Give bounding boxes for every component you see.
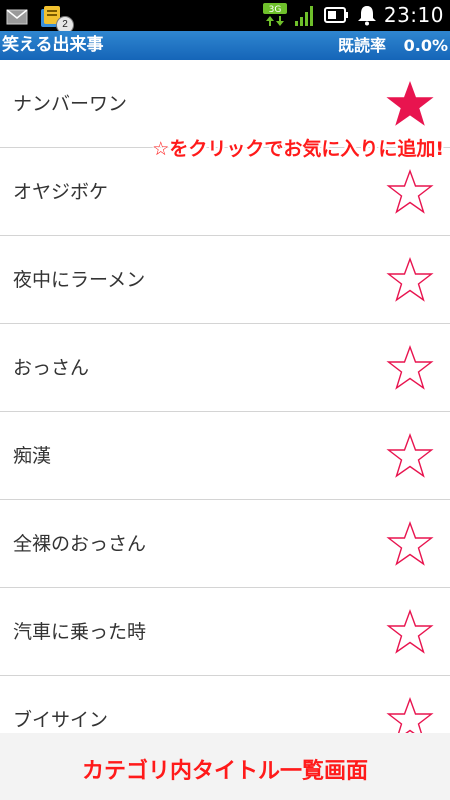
list-item-title: 夜中にラーメン: [13, 269, 146, 291]
star-outline-icon[interactable]: [386, 608, 434, 656]
list-item[interactable]: 全裸のおっさん: [0, 500, 450, 588]
list-item[interactable]: 夜中にラーメン: [0, 236, 450, 324]
page-title: 笑える出来事: [2, 35, 104, 55]
favorite-hint-callout: ☆をクリックでお気に入りに追加!: [152, 138, 444, 160]
clock: 23:10: [383, 3, 444, 27]
star-outline-icon[interactable]: [386, 520, 434, 568]
list-item[interactable]: ブイサイン: [0, 676, 450, 740]
list-item[interactable]: 痴漢: [0, 412, 450, 500]
list-item-title: ナンバーワン: [13, 93, 128, 115]
3g-data-icon: 3G: [262, 3, 288, 31]
list-item-title: オヤジボケ: [13, 181, 109, 203]
star-filled-icon[interactable]: [386, 80, 434, 128]
list-item-title: 痴漢: [13, 445, 52, 467]
screen: 2 3G 23:10 笑える出来事 既読率 0.0% ナンバーワン オヤジボケ …: [0, 0, 450, 800]
title-bar: 笑える出来事 既読率 0.0%: [0, 31, 450, 60]
bell-icon: [356, 4, 378, 30]
battery-icon: [324, 7, 350, 27]
star-outline-icon[interactable]: [386, 168, 434, 216]
svg-text:3G: 3G: [269, 5, 282, 15]
list-item-title: 汽車に乗った時: [13, 621, 147, 643]
star-outline-icon[interactable]: [386, 432, 434, 480]
star-outline-icon[interactable]: [386, 344, 434, 392]
list-item[interactable]: おっさん: [0, 324, 450, 412]
read-rate-label: 既読率: [338, 36, 387, 55]
screen-caption: カテゴリ内タイトル一覧画面: [81, 759, 368, 784]
caption-bar: カテゴリ内タイトル一覧画面: [0, 733, 450, 800]
list-item-title: 全裸のおっさん: [13, 533, 147, 555]
status-bar: 2 3G 23:10: [0, 0, 450, 34]
star-outline-icon[interactable]: [386, 256, 434, 304]
signal-icon: [294, 5, 316, 31]
list-item[interactable]: 汽車に乗った時: [0, 588, 450, 676]
list-item-title: おっさん: [13, 357, 90, 379]
read-rate-value: 0.0%: [403, 36, 448, 55]
list-item-title: ブイサイン: [13, 709, 109, 731]
mail-icon: [6, 9, 28, 29]
